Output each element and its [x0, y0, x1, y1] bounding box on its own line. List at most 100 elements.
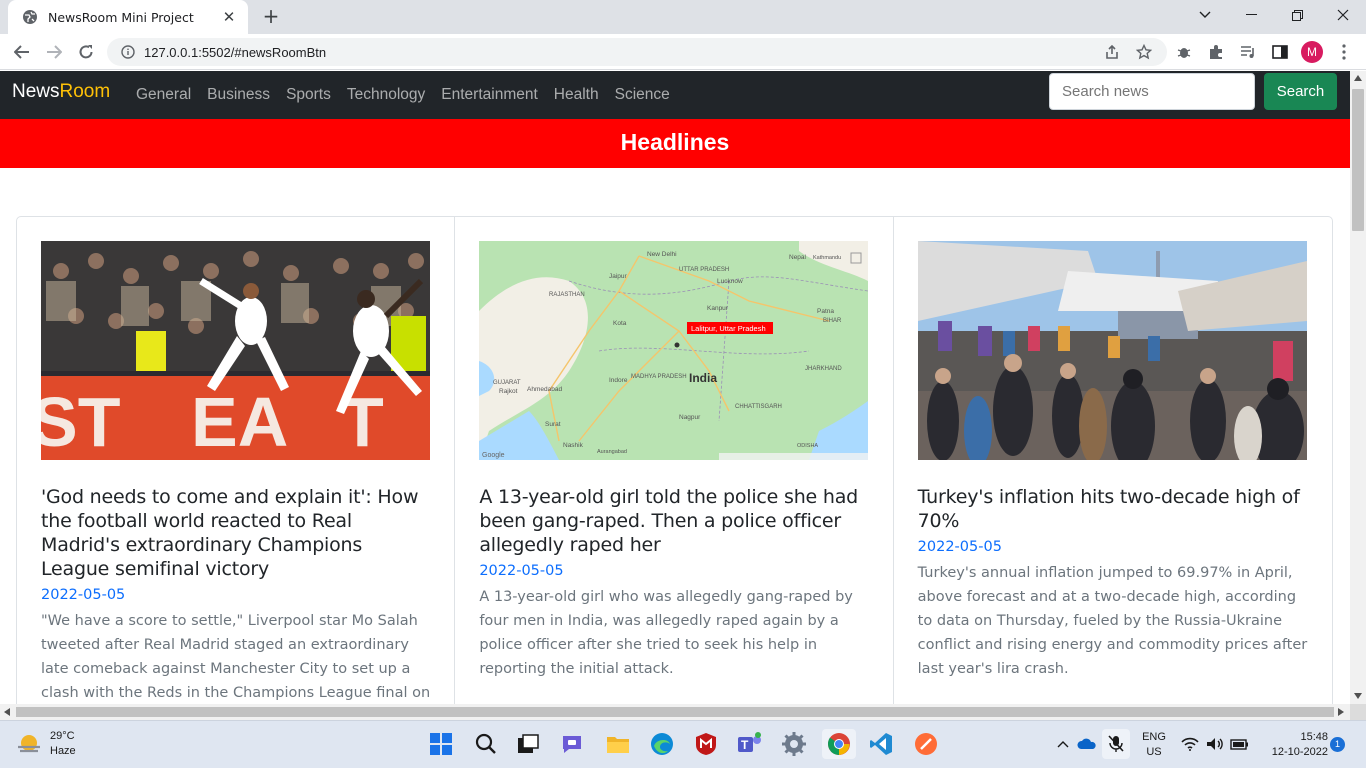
nav-link-sports[interactable]: Sports [286, 86, 331, 104]
battery-icon[interactable] [1228, 729, 1252, 759]
svg-text:BIHAR: BIHAR [823, 318, 842, 324]
nav-link-general[interactable]: General [136, 86, 191, 104]
url-text: 127.0.0.1:5502/#newsRoomBtn [144, 44, 327, 60]
back-icon[interactable] [10, 40, 34, 64]
horizontal-scrollbar[interactable] [0, 704, 1350, 720]
edge-browser-icon[interactable] [647, 729, 677, 759]
os-taskbar: 29°C Haze T ENG US 15:48 12-10-2022 1 [0, 720, 1366, 768]
media-queue-icon[interactable] [1236, 40, 1260, 64]
address-bar[interactable]: 127.0.0.1:5502/#newsRoomBtn [107, 38, 1167, 66]
chrome-icon[interactable] [822, 729, 856, 759]
horizontal-scroll-thumb[interactable] [16, 707, 1334, 717]
info-icon[interactable] [121, 45, 135, 59]
browser-tab-strip: NewsRoom Mini Project ✕ + [0, 0, 1366, 34]
svg-text:Kota: Kota [613, 320, 627, 327]
share-icon[interactable] [1100, 40, 1124, 64]
article-description: "We have a score to settle," Liverpool s… [41, 613, 431, 701]
svg-text:Google: Google [482, 452, 505, 459]
article-title[interactable]: A 13-year-old girl told the police she h… [479, 485, 868, 557]
page-viewport: NewsRoom General Business Sports Technol… [0, 71, 1350, 704]
article-title[interactable]: 'God needs to come and explain it': How … [41, 485, 430, 581]
article-date: 2022-05-05 [479, 563, 564, 579]
svg-text:Kanpur: Kanpur [707, 305, 729, 312]
category-nav: General Business Sports Technology Enter… [136, 71, 686, 119]
svg-text:Nashik: Nashik [563, 442, 584, 449]
windows-start-icon[interactable] [426, 729, 456, 759]
close-window-button[interactable] [1320, 0, 1366, 30]
reload-icon[interactable] [74, 40, 98, 64]
mcafee-icon[interactable] [691, 729, 721, 759]
site-brand[interactable]: NewsRoom [12, 81, 110, 103]
svg-text:EA: EA [191, 383, 288, 460]
vertical-scrollbar[interactable] [1350, 71, 1366, 704]
tab-title: NewsRoom Mini Project [48, 9, 194, 25]
nav-link-health[interactable]: Health [554, 86, 599, 104]
svg-text:UTTAR PRADESH: UTTAR PRADESH [679, 267, 729, 273]
brand-news: News [12, 81, 60, 102]
svg-text:Aurangabad: Aurangabad [597, 449, 627, 455]
article-title[interactable]: Turkey's inflation hits two-decade high … [918, 485, 1308, 533]
profile-avatar[interactable]: M [1301, 41, 1323, 63]
new-tab-button[interactable]: + [259, 5, 283, 29]
vscode-icon[interactable] [866, 729, 896, 759]
article-date: 2022-05-05 [917, 539, 1002, 555]
notification-badge[interactable]: 1 [1330, 737, 1345, 752]
file-explorer-icon[interactable] [603, 729, 633, 759]
news-card[interactable]: India Lalitpur, Uttar Pradesh New Delhi … [455, 217, 894, 704]
india-map-image[interactable]: India Lalitpur, Uttar Pradesh New Delhi … [479, 241, 869, 460]
teams-icon[interactable]: T [735, 729, 765, 759]
search-button[interactable]: Search [1264, 73, 1337, 110]
extensions-puzzle-icon[interactable] [1204, 40, 1228, 64]
tab-search-icon[interactable] [1182, 0, 1228, 30]
minimize-button[interactable] [1228, 0, 1274, 30]
volume-icon[interactable] [1203, 729, 1227, 759]
football-celebration-image[interactable]: ST EA T [41, 241, 430, 460]
wifi-icon[interactable] [1178, 729, 1202, 759]
svg-text:Surat: Surat [545, 421, 561, 428]
side-panel-icon[interactable] [1268, 40, 1292, 64]
svg-text:Ahmedabad: Ahmedabad [527, 386, 562, 393]
svg-text:ODISHA: ODISHA [797, 443, 818, 449]
svg-text:Lucknow: Lucknow [717, 278, 743, 285]
news-card[interactable]: ST EA T 'God needs to come and explain it'… [17, 217, 456, 704]
news-card[interactable]: Turkey's inflation hits two-decade high … [894, 217, 1332, 704]
restore-button[interactable] [1274, 0, 1320, 30]
svg-text:Patna: Patna [817, 308, 834, 315]
nav-link-business[interactable]: Business [207, 86, 270, 104]
map-label-india: India [689, 371, 717, 385]
extension-bug-icon[interactable] [1172, 40, 1196, 64]
search-icon[interactable] [471, 729, 501, 759]
headlines-banner: Headlines [0, 119, 1350, 168]
menu-kebab-icon[interactable] [1332, 40, 1356, 64]
nav-link-technology[interactable]: Technology [347, 86, 425, 104]
task-view-icon[interactable] [513, 729, 543, 759]
svg-text:Kathmandu: Kathmandu [813, 255, 841, 261]
haze-weather-icon [18, 735, 40, 753]
language-indicator[interactable]: ENG US [1138, 730, 1170, 760]
weather-widget[interactable]: 29°C Haze [16, 729, 76, 759]
svg-text:T: T [741, 738, 749, 752]
chat-icon[interactable] [557, 729, 587, 759]
forward-icon[interactable] [42, 40, 66, 64]
clock[interactable]: 15:48 12-10-2022 [1258, 730, 1328, 760]
clock-date: 12-10-2022 [1271, 746, 1328, 758]
onedrive-icon[interactable] [1074, 729, 1100, 759]
chevron-up-icon[interactable] [1050, 729, 1076, 759]
bookmark-star-icon[interactable] [1132, 40, 1156, 64]
news-card-group: ST EA T 'God needs to come and explain it'… [16, 216, 1333, 704]
search-input[interactable] [1049, 73, 1255, 110]
nav-link-science[interactable]: Science [615, 86, 670, 104]
postman-icon[interactable] [911, 729, 941, 759]
vertical-scroll-thumb[interactable] [1352, 89, 1364, 231]
nav-link-entertainment[interactable]: Entertainment [441, 86, 538, 104]
weather-temperature: 29°C [50, 730, 75, 742]
istanbul-market-image[interactable] [917, 241, 1307, 460]
microphone-muted-icon[interactable] [1102, 729, 1130, 759]
close-tab-icon[interactable]: ✕ [220, 8, 238, 26]
settings-gear-icon[interactable] [779, 729, 809, 759]
browser-tab[interactable]: NewsRoom Mini Project ✕ [8, 0, 248, 34]
language-code: ENG [1142, 731, 1166, 743]
svg-text:ST: ST [41, 383, 120, 460]
svg-text:RAJASTHAN: RAJASTHAN [549, 292, 585, 298]
region-code: US [1146, 746, 1162, 758]
